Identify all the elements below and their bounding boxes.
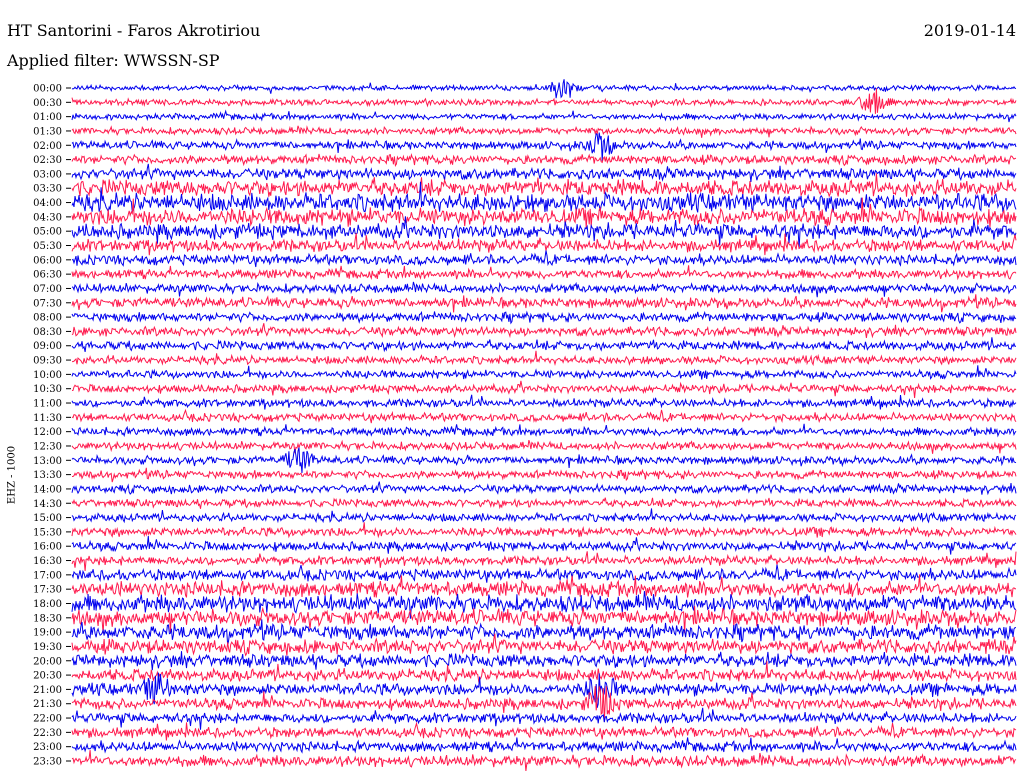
time-tick-label: 09:30 (33, 356, 62, 367)
time-tick-label: 20:00 (33, 656, 62, 667)
seismic-trace-row (71, 394, 1017, 410)
time-tick-label: 16:30 (33, 556, 62, 567)
time-tick-label: 17:30 (33, 585, 62, 596)
seismic-trace-row (71, 508, 1017, 524)
seismic-trace-row (71, 294, 1017, 313)
time-tick-label: 03:00 (33, 169, 62, 180)
time-tick-label: 13:30 (33, 470, 62, 481)
time-tick-label: 04:00 (33, 198, 62, 209)
seismic-trace-row (71, 633, 1017, 657)
time-tick-label: 15:30 (33, 527, 62, 538)
time-tick-label: 02:30 (33, 155, 62, 166)
seismic-trace-row (71, 281, 1017, 298)
seismic-trace-row (71, 522, 1017, 539)
seismic-trace-row (71, 481, 1017, 496)
time-tick-label: 14:30 (33, 499, 62, 510)
helicorder-plot: 00:00 00:30 01:00 01:30 02:00 02:30 03:00 03:30… (33, 79, 1017, 771)
seismic-trace-row (71, 408, 1017, 424)
seismic-trace-row (71, 88, 1017, 114)
seismic-trace-row (71, 707, 1017, 730)
time-tick-label: 09:00 (33, 341, 62, 352)
seismic-trace-row (71, 439, 1017, 454)
time-tick-label: 22:30 (33, 728, 62, 739)
time-tick-label: 11:00 (33, 399, 62, 410)
seismic-trace-row (71, 109, 1017, 123)
time-tick-label: 06:00 (33, 255, 62, 266)
time-tick-label: 10:00 (33, 370, 62, 381)
time-tick-label: 23:00 (33, 742, 62, 753)
time-tick-label: 14:00 (33, 484, 62, 495)
seismic-trace-row (71, 152, 1017, 168)
time-tick-label: 12:00 (33, 427, 62, 438)
seismic-trace-row (71, 721, 1017, 741)
seismic-trace-row (71, 125, 1017, 138)
time-tick-label: 20:30 (33, 671, 62, 682)
seismic-trace-row (72, 467, 1017, 483)
seismic-trace-row (71, 337, 1017, 353)
seismic-trace-row (71, 323, 1017, 339)
seismic-trace-row (72, 350, 1017, 367)
time-tick-label: 17:00 (33, 570, 62, 581)
seismic-trace-row (71, 173, 1017, 198)
time-tick-label: 08:30 (33, 327, 62, 338)
time-tick-label: 18:30 (33, 613, 62, 624)
time-tick-label: 16:00 (33, 542, 62, 553)
seismic-trace-row (71, 497, 1017, 510)
seismic-trace-row (71, 380, 1017, 399)
time-tick-label: 23:30 (33, 757, 62, 768)
seismic-trace-row (71, 265, 1017, 281)
time-tick-label: 08:00 (33, 313, 62, 324)
time-tick-label: 07:30 (33, 298, 62, 309)
time-tick-label: 00:30 (33, 98, 62, 109)
seismic-trace-row (71, 365, 1017, 381)
seismic-trace-row (71, 651, 1017, 671)
seismic-trace-row (71, 737, 1017, 754)
time-tick-label: 05:30 (33, 241, 62, 252)
time-tick-label: 00:00 (33, 84, 62, 95)
time-tick-label: 07:00 (33, 284, 62, 295)
seismic-trace-row (71, 750, 1017, 771)
time-tick-label: 05:00 (33, 227, 62, 238)
time-tick-label: 11:30 (33, 413, 62, 424)
seismic-trace-row (71, 564, 1017, 583)
seismic-trace-row (71, 447, 1017, 473)
seismic-trace-row (71, 310, 1017, 325)
time-tick-label: 21:30 (33, 699, 62, 710)
time-tick-label: 01:30 (33, 126, 62, 137)
seismic-trace-row (71, 535, 1017, 555)
time-tick-label: 21:00 (33, 685, 62, 696)
time-tick-label: 18:00 (33, 599, 62, 610)
time-tick-label: 02:00 (33, 141, 62, 152)
time-tick-label: 03:30 (33, 184, 62, 195)
seismic-trace-row (71, 250, 1017, 268)
seismic-trace-row (71, 163, 1017, 182)
time-tick-label: 19:30 (33, 642, 62, 653)
seismic-trace-row (71, 423, 1017, 438)
time-tick-label: 15:00 (33, 513, 62, 524)
time-tick-label: 12:30 (33, 441, 62, 452)
time-tick-label: 10:30 (33, 384, 62, 395)
time-tick-label: 04:30 (33, 212, 62, 223)
time-tick-label: 01:00 (33, 112, 62, 123)
time-tick-label: 19:00 (33, 628, 62, 639)
time-tick-label: 22:00 (33, 714, 62, 725)
time-tick-label: 06:30 (33, 270, 62, 281)
time-tick-label: 13:00 (33, 456, 62, 467)
seismic-trace-row (71, 551, 1017, 572)
